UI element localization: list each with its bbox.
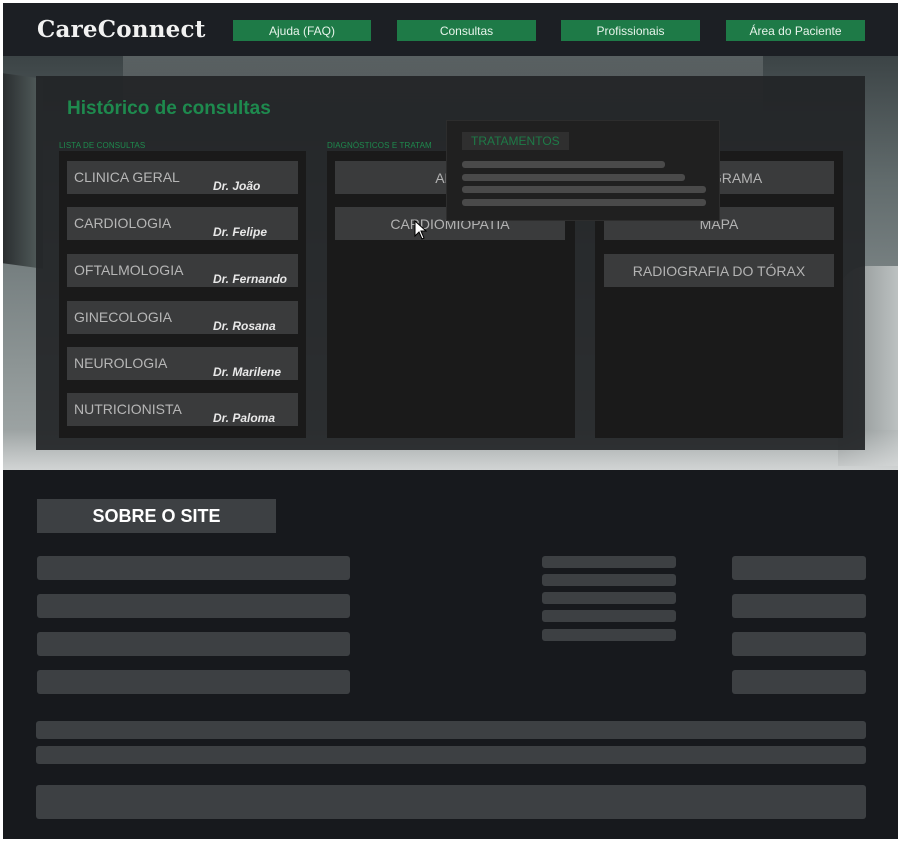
placeholder-line bbox=[462, 161, 665, 168]
placeholder-bar bbox=[542, 610, 676, 622]
consultation-list: CLINICA GERAL Dr. João CARDIOLOGIA Dr. F… bbox=[59, 151, 306, 438]
placeholder-bar bbox=[542, 592, 676, 604]
nav-area-paciente-button[interactable]: Área do Paciente bbox=[726, 20, 865, 41]
placeholder-bar bbox=[732, 670, 866, 694]
placeholder-bar bbox=[732, 632, 866, 656]
consultation-doctor: Dr. Fernando bbox=[213, 272, 288, 286]
consultation-item[interactable]: CLINICA GERAL Dr. João bbox=[67, 161, 298, 194]
nav-profissionais-button[interactable]: Profissionais bbox=[561, 20, 700, 41]
placeholder-line bbox=[462, 186, 706, 193]
placeholder-bar bbox=[542, 629, 676, 641]
consultation-doctor: Dr. Rosana bbox=[213, 319, 276, 333]
placeholder-bar bbox=[36, 746, 866, 764]
placeholder-bar bbox=[542, 574, 676, 586]
exam-item[interactable]: RADIOGRAFIA DO TÓRAX bbox=[604, 254, 834, 287]
site-logo[interactable]: CareConnect bbox=[37, 16, 206, 43]
consultation-specialty: NUTRICIONISTA bbox=[74, 401, 182, 417]
consultation-specialty: CARDIOLOGIA bbox=[74, 215, 172, 231]
consultation-specialty: CLINICA GERAL bbox=[74, 169, 180, 185]
consultation-list-label: LISTA DE CONSULTAS bbox=[59, 141, 146, 150]
panel-title: Histórico de consultas bbox=[67, 98, 271, 119]
nav-faq-button[interactable]: Ajuda (FAQ) bbox=[233, 20, 371, 41]
consultation-item[interactable]: GINECOLOGIA Dr. Rosana bbox=[67, 301, 298, 334]
placeholder-line bbox=[462, 199, 706, 206]
consultation-item[interactable]: CARDIOLOGIA Dr. Felipe bbox=[67, 207, 298, 240]
consultation-item[interactable]: OFTALMOLOGIA Dr. Fernando bbox=[67, 254, 298, 287]
treatments-tag[interactable]: TRATAMENTOS bbox=[462, 132, 569, 150]
placeholder-bar bbox=[37, 632, 350, 656]
placeholder-bar bbox=[542, 556, 676, 568]
consultation-doctor: Dr. Felipe bbox=[213, 225, 268, 239]
placeholder-bar bbox=[732, 594, 866, 618]
consultation-doctor: Dr. Marilene bbox=[213, 365, 282, 379]
consultation-doctor: Dr. João bbox=[213, 179, 261, 193]
placeholder-bar bbox=[37, 556, 350, 580]
consultation-history-panel: Histórico de consultas LISTA DE CONSULTA… bbox=[36, 76, 865, 450]
consultation-specialty: GINECOLOGIA bbox=[74, 309, 173, 325]
placeholder-bar bbox=[37, 670, 350, 694]
consultation-doctor: Dr. Paloma bbox=[213, 411, 276, 425]
placeholder-bar bbox=[36, 721, 866, 739]
consultation-specialty: NEUROLOGIA bbox=[74, 355, 168, 371]
placeholder-line bbox=[462, 174, 685, 181]
consultation-item[interactable]: NEUROLOGIA Dr. Marilene bbox=[67, 347, 298, 380]
page: CareConnect Ajuda (FAQ) Consultas Profis… bbox=[3, 3, 898, 839]
treatments-popup: TRATAMENTOS bbox=[446, 120, 720, 221]
consultation-specialty: OFTALMOLOGIA bbox=[74, 262, 184, 278]
diagnostics-label: DIAGNÓSTICOS E TRATAM bbox=[327, 141, 432, 150]
nav-consultas-button[interactable]: Consultas bbox=[397, 20, 536, 41]
consultation-item[interactable]: NUTRICIONISTA Dr. Paloma bbox=[67, 393, 298, 426]
top-header: CareConnect Ajuda (FAQ) Consultas Profis… bbox=[3, 3, 898, 56]
placeholder-bar bbox=[36, 785, 866, 819]
pointer-cursor-icon bbox=[414, 220, 428, 240]
placeholder-bar bbox=[37, 594, 350, 618]
about-site-heading: SOBRE O SITE bbox=[37, 499, 276, 533]
placeholder-bar bbox=[732, 556, 866, 580]
